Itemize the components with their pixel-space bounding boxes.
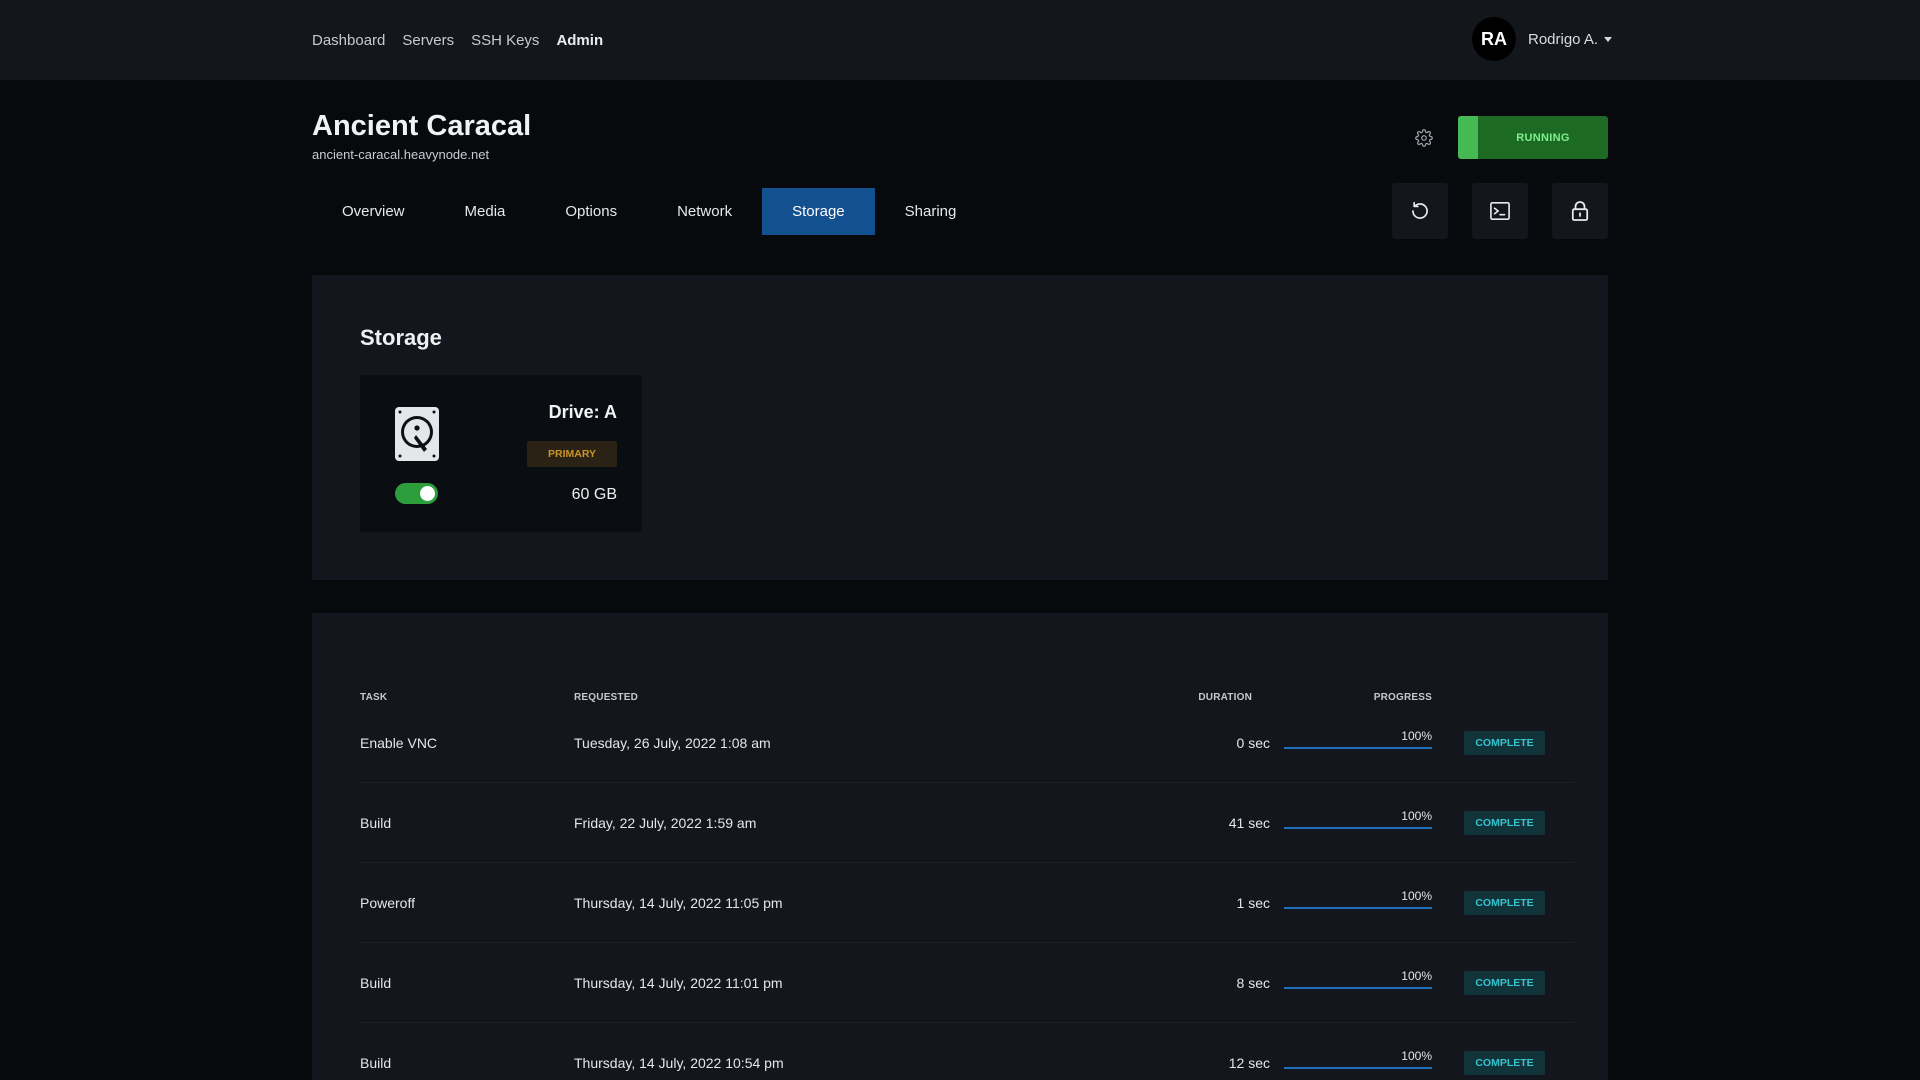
status-badge: COMPLETE	[1464, 811, 1545, 835]
header-task: TASK	[360, 692, 388, 703]
storage-heading: Storage	[360, 325, 442, 350]
table-row: Poweroff Thursday, 14 July, 2022 11:05 p…	[360, 863, 1574, 943]
progress-bar: 100%	[1284, 969, 1432, 989]
task-requested: Thursday, 14 July, 2022 10:54 pm	[574, 1055, 784, 1071]
progress-fill	[1284, 907, 1432, 909]
progress-bar: 100%	[1284, 889, 1432, 909]
lock-button[interactable]	[1552, 183, 1608, 239]
status-badge: COMPLETE	[1464, 891, 1545, 915]
progress-bar: 100%	[1284, 1049, 1432, 1069]
running-status-button[interactable]: RUNNING	[1458, 116, 1608, 159]
table-row: Build Thursday, 14 July, 2022 11:01 pm 8…	[360, 943, 1574, 1023]
task-requested: Thursday, 14 July, 2022 11:05 pm	[574, 895, 783, 911]
table-row: Build Friday, 22 July, 2022 1:59 am 41 s…	[360, 783, 1574, 863]
storage-panel: Storage Drive: A PRIMARY 60 GB	[312, 275, 1608, 580]
progress-fill	[1284, 987, 1432, 989]
task-name: Enable VNC	[360, 735, 438, 751]
task-duration: 1 sec	[1236, 895, 1270, 911]
gear-icon	[1415, 129, 1433, 147]
task-name: Build	[360, 1055, 392, 1071]
chevron-down-icon	[1604, 36, 1613, 42]
avatar: RA	[1472, 17, 1516, 61]
header-duration: DURATION	[1198, 692, 1252, 703]
top-navbar: Dashboard Servers SSH Keys Admin RA Rodr…	[0, 0, 1920, 80]
table-row: Build Thursday, 14 July, 2022 10:54 pm 1…	[360, 1023, 1574, 1080]
user-name: Rodrigo A.	[1528, 30, 1599, 48]
task-duration: 41 sec	[1228, 815, 1270, 831]
task-name: Build	[360, 815, 392, 831]
user-menu[interactable]: RA Rodrigo A.	[1472, 17, 1613, 61]
status-badge: COMPLETE	[1464, 731, 1545, 755]
server-hostname: ancient-caracal.heavynode.net	[312, 147, 490, 162]
drive-name: Drive: A	[548, 402, 617, 422]
progress-value: 100%	[1401, 729, 1432, 743]
progress-fill	[1284, 747, 1432, 749]
nav-servers[interactable]: Servers	[402, 32, 454, 49]
settings-button[interactable]	[1410, 124, 1438, 152]
task-name: Poweroff	[360, 895, 415, 911]
header-requested: REQUESTED	[574, 692, 639, 703]
tab-network[interactable]: Network	[647, 188, 762, 235]
status-badge: COMPLETE	[1464, 1051, 1545, 1075]
status-badge: COMPLETE	[1464, 971, 1545, 995]
header-progress: PROGRESS	[1373, 692, 1432, 703]
progress-value: 100%	[1401, 1049, 1432, 1063]
server-tabs: Overview Media Options Network Storage S…	[312, 188, 986, 235]
progress-value: 100%	[1401, 969, 1432, 983]
nav-dashboard[interactable]: Dashboard	[312, 32, 385, 49]
page-title: Ancient Caracal	[312, 110, 532, 142]
terminal-icon	[1490, 202, 1510, 220]
tab-media[interactable]: Media	[435, 188, 536, 235]
toggle-knob	[420, 486, 435, 501]
primary-badge: PRIMARY	[527, 441, 617, 467]
hard-drive-icon	[395, 407, 439, 466]
task-duration: 8 sec	[1236, 975, 1270, 991]
restart-button[interactable]	[1392, 183, 1448, 239]
tasks-panel: TASK REQUESTED DURATION PROGRESS Enable …	[312, 613, 1608, 1080]
progress-fill	[1284, 1067, 1432, 1069]
tab-storage[interactable]: Storage	[762, 188, 875, 235]
task-name: Build	[360, 975, 392, 991]
lock-icon	[1571, 201, 1589, 221]
tab-overview[interactable]: Overview	[312, 188, 435, 235]
restart-icon	[1412, 201, 1428, 219]
main-nav: Dashboard Servers SSH Keys Admin	[312, 0, 603, 80]
drive-card: Drive: A PRIMARY 60 GB	[360, 375, 642, 532]
task-duration: 12 sec	[1228, 1055, 1270, 1071]
drive-size: 60 GB	[571, 486, 617, 503]
tab-options[interactable]: Options	[535, 188, 647, 235]
nav-ssh-keys[interactable]: SSH Keys	[471, 32, 539, 49]
drive-toggle[interactable]	[395, 483, 438, 504]
progress-bar: 100%	[1284, 809, 1432, 829]
status-indicator	[1458, 116, 1478, 159]
progress-bar: 100%	[1284, 729, 1432, 749]
task-requested: Tuesday, 26 July, 2022 1:08 am	[574, 735, 771, 751]
nav-admin[interactable]: Admin	[556, 32, 603, 49]
status-label: RUNNING	[1516, 131, 1570, 144]
table-row: Enable VNC Tuesday, 26 July, 2022 1:08 a…	[360, 703, 1574, 783]
progress-fill	[1284, 827, 1432, 829]
task-duration: 0 sec	[1236, 735, 1270, 751]
progress-value: 100%	[1401, 809, 1432, 823]
progress-value: 100%	[1401, 889, 1432, 903]
task-requested: Thursday, 14 July, 2022 11:01 pm	[574, 975, 783, 991]
tab-sharing[interactable]: Sharing	[875, 188, 987, 235]
task-requested: Friday, 22 July, 2022 1:59 am	[574, 815, 757, 831]
console-button[interactable]	[1472, 183, 1528, 239]
